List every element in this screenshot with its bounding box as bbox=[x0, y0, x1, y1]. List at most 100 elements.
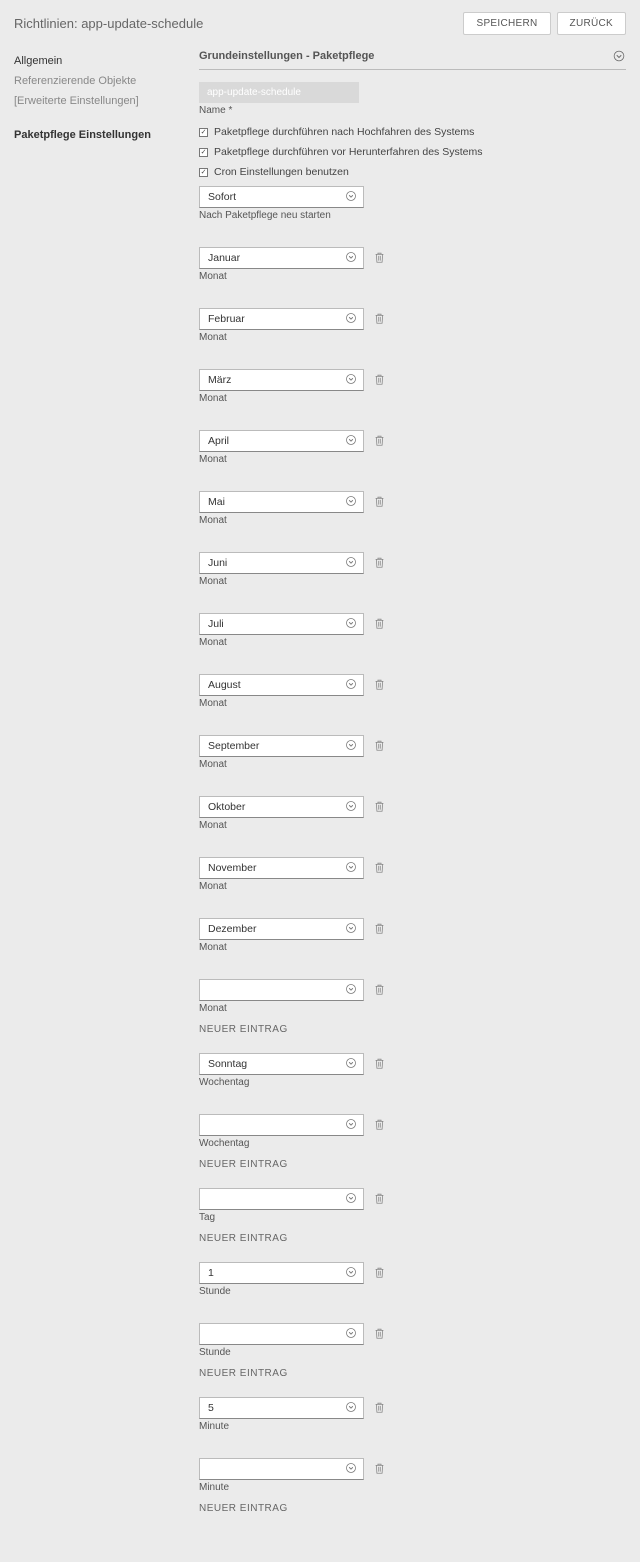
month-select[interactable]: August bbox=[199, 674, 364, 696]
month-select[interactable]: April bbox=[199, 430, 364, 452]
month-select[interactable]: November bbox=[199, 857, 364, 879]
month-select[interactable]: Dezember bbox=[199, 918, 364, 940]
trash-icon[interactable] bbox=[374, 1401, 386, 1415]
sidebar-heading: Paketpflege Einstellungen bbox=[14, 111, 199, 141]
new-entry-month[interactable]: NEUER EINTRAG bbox=[199, 1024, 626, 1035]
page-title: Richtlinien: app-update-schedule bbox=[14, 16, 203, 31]
name-input[interactable] bbox=[199, 82, 359, 103]
trash-icon[interactable] bbox=[374, 1462, 386, 1476]
trash-icon[interactable] bbox=[374, 373, 386, 387]
chevron-down-icon[interactable] bbox=[612, 49, 626, 63]
trash-icon[interactable] bbox=[374, 434, 386, 448]
chevron-down-icon bbox=[345, 617, 357, 632]
checkbox-row: ✓ Paketpflege durchführen nach Hochfahre… bbox=[199, 126, 626, 138]
restart-select[interactable]: Sofort bbox=[199, 186, 364, 208]
back-button[interactable]: ZURÜCK bbox=[557, 12, 626, 35]
weekday-select[interactable]: Sonntag bbox=[199, 1053, 364, 1075]
trash-icon[interactable] bbox=[374, 861, 386, 875]
month-select[interactable]: Januar bbox=[199, 247, 364, 269]
month-label: Monat bbox=[199, 820, 626, 831]
header-buttons: SPEICHERN ZURÜCK bbox=[463, 12, 626, 35]
trash-icon[interactable] bbox=[374, 678, 386, 692]
section-header: Grundeinstellungen - Paketpflege bbox=[199, 45, 626, 70]
minute-label: Minute bbox=[199, 1482, 626, 1493]
trash-icon[interactable] bbox=[374, 739, 386, 753]
hour-select[interactable] bbox=[199, 1323, 364, 1345]
month-select[interactable]: März bbox=[199, 369, 364, 391]
month-select[interactable]: Juli bbox=[199, 613, 364, 635]
month-select[interactable] bbox=[199, 979, 364, 1001]
chevron-down-icon bbox=[345, 678, 357, 693]
trash-icon[interactable] bbox=[374, 1327, 386, 1341]
trash-icon[interactable] bbox=[374, 251, 386, 265]
trash-icon[interactable] bbox=[374, 495, 386, 509]
trash-icon[interactable] bbox=[374, 922, 386, 936]
month-value: November bbox=[208, 862, 256, 874]
month-value: Oktober bbox=[208, 801, 245, 813]
trash-icon[interactable] bbox=[374, 1266, 386, 1280]
main-content: Grundeinstellungen - Paketpflege Name * … bbox=[199, 45, 626, 1562]
save-button[interactable]: SPEICHERN bbox=[463, 12, 550, 35]
trash-icon[interactable] bbox=[374, 617, 386, 631]
trash-icon[interactable] bbox=[374, 556, 386, 570]
weekday-label: Wochentag bbox=[199, 1077, 626, 1088]
new-entry-minute[interactable]: NEUER EINTRAG bbox=[199, 1503, 626, 1514]
trash-icon[interactable] bbox=[374, 1118, 386, 1132]
month-value: September bbox=[208, 740, 259, 752]
chevron-down-icon bbox=[345, 1327, 357, 1342]
month-select[interactable]: Februar bbox=[199, 308, 364, 330]
month-select[interactable]: Juni bbox=[199, 552, 364, 574]
weekday-label: Wochentag bbox=[199, 1138, 626, 1149]
sidebar-item-referenzierende[interactable]: Referenzierende Objekte bbox=[14, 71, 199, 91]
checkbox-label: Paketpflege durchführen vor Herunterfahr… bbox=[214, 146, 482, 158]
sidebar-item-allgemein[interactable]: Allgemein bbox=[14, 51, 199, 71]
trash-icon[interactable] bbox=[374, 1192, 386, 1206]
sidebar-item-erweiterte[interactable]: [Erweiterte Einstellungen] bbox=[14, 91, 199, 111]
month-value: Januar bbox=[208, 252, 240, 264]
chevron-down-icon bbox=[345, 373, 357, 388]
checkbox[interactable]: ✓ bbox=[199, 128, 208, 137]
checkbox[interactable]: ✓ bbox=[199, 148, 208, 157]
chevron-down-icon bbox=[345, 556, 357, 571]
day-label: Tag bbox=[199, 1212, 626, 1223]
month-label: Monat bbox=[199, 271, 626, 282]
month-label: Monat bbox=[199, 1003, 626, 1014]
sidebar: Allgemein Referenzierende Objekte [Erwei… bbox=[14, 45, 199, 1562]
month-label: Monat bbox=[199, 637, 626, 648]
new-entry-day[interactable]: NEUER EINTRAG bbox=[199, 1233, 626, 1244]
month-value: August bbox=[208, 679, 241, 691]
checkbox-row: ✓ Cron Einstellungen benutzen bbox=[199, 166, 626, 178]
chevron-down-icon bbox=[345, 312, 357, 327]
minute-select[interactable]: 5 bbox=[199, 1397, 364, 1419]
new-entry-hour[interactable]: NEUER EINTRAG bbox=[199, 1368, 626, 1379]
trash-icon[interactable] bbox=[374, 312, 386, 326]
chevron-down-icon bbox=[345, 861, 357, 876]
new-entry-weekday[interactable]: NEUER EINTRAG bbox=[199, 1159, 626, 1170]
month-label: Monat bbox=[199, 576, 626, 587]
hour-label: Stunde bbox=[199, 1347, 626, 1358]
month-select[interactable]: Oktober bbox=[199, 796, 364, 818]
trash-icon[interactable] bbox=[374, 1057, 386, 1071]
chevron-down-icon bbox=[345, 251, 357, 266]
month-select[interactable]: September bbox=[199, 735, 364, 757]
month-label: Monat bbox=[199, 759, 626, 770]
trash-icon[interactable] bbox=[374, 800, 386, 814]
month-value: Februar bbox=[208, 313, 245, 325]
month-value: März bbox=[208, 374, 231, 386]
minute-select[interactable] bbox=[199, 1458, 364, 1480]
trash-icon[interactable] bbox=[374, 983, 386, 997]
checkbox[interactable]: ✓ bbox=[199, 168, 208, 177]
day-select[interactable] bbox=[199, 1188, 364, 1210]
hour-select[interactable]: 1 bbox=[199, 1262, 364, 1284]
weekday-select[interactable] bbox=[199, 1114, 364, 1136]
month-select[interactable]: Mai bbox=[199, 491, 364, 513]
restart-label: Nach Paketpflege neu starten bbox=[199, 210, 626, 221]
month-value: Juni bbox=[208, 557, 227, 569]
chevron-down-icon bbox=[345, 800, 357, 815]
weekday-value: Sonntag bbox=[208, 1058, 247, 1070]
hour-label: Stunde bbox=[199, 1286, 626, 1297]
chevron-down-icon bbox=[345, 922, 357, 937]
month-label: Monat bbox=[199, 332, 626, 343]
chevron-down-icon bbox=[345, 1266, 357, 1281]
month-label: Monat bbox=[199, 698, 626, 709]
